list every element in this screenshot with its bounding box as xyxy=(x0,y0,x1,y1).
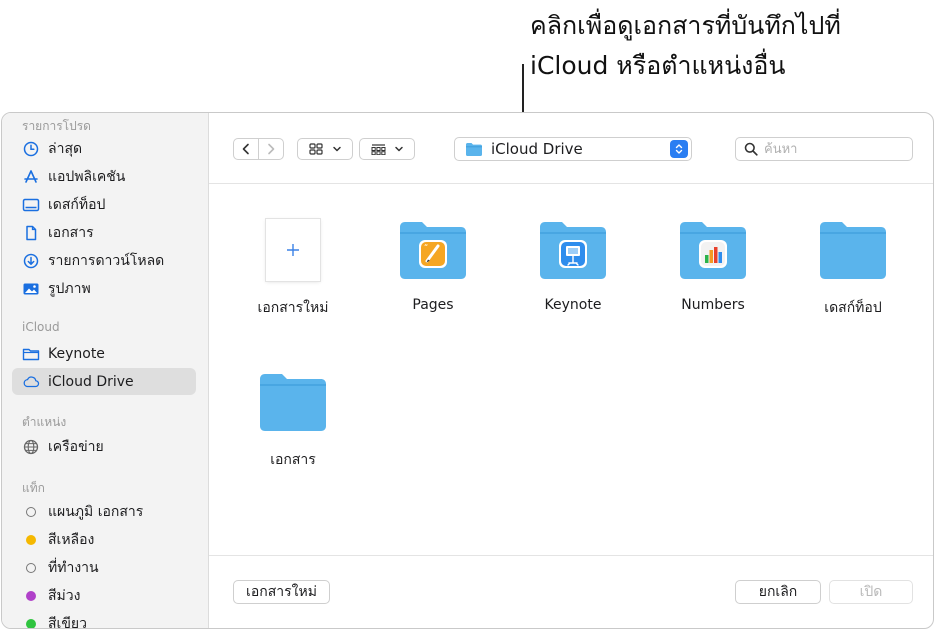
desktop-icon xyxy=(22,196,40,214)
photo-icon xyxy=(22,280,40,298)
folder-icon xyxy=(466,142,482,156)
file-label: เดสก์ท็อป xyxy=(824,300,882,316)
numbers-folder-icon xyxy=(680,222,746,279)
tag-yellow-dot-icon xyxy=(26,534,36,545)
sidebar-item-label: รายการดาวน์โหลด xyxy=(48,252,165,269)
tag-hollow-icon xyxy=(26,562,36,573)
sidebar-item-label: ล่าสุด xyxy=(48,140,83,157)
forward-button[interactable] xyxy=(258,138,284,160)
sidebar-tag-work[interactable]: ที่ทำงาน xyxy=(12,554,196,581)
sidebar-item-label: iCloud Drive xyxy=(48,373,134,390)
file-label: เอกสาร xyxy=(270,452,316,468)
tags-header: แท็ก xyxy=(22,481,45,495)
callout-text: คลิกเพื่อดูเอกสารที่บันทึกไปที่ iCloud ห… xyxy=(530,6,841,86)
cloud-icon xyxy=(22,373,40,391)
icloud-header: iCloud xyxy=(22,320,60,334)
search-input[interactable] xyxy=(764,141,894,157)
sidebar-item-documents[interactable]: เอกสาร xyxy=(12,219,196,246)
group-grid-icon xyxy=(371,144,386,155)
file-browser: iCloud Drive เอกสารใหม่ xyxy=(209,113,933,628)
sidebar-item-label: แอปพลิเคชัน xyxy=(48,168,126,185)
sidebar-item-label: สีม่วง xyxy=(48,587,81,604)
file-item-pages[interactable]: “ Pages xyxy=(368,219,498,313)
icon-grid-icon xyxy=(308,143,323,155)
sidebar-tag-green[interactable]: สีเขียว xyxy=(12,610,196,629)
keynote-folder-icon xyxy=(540,222,606,279)
toolbar: iCloud Drive xyxy=(209,113,933,184)
sidebar-item-label: รูปภาพ xyxy=(48,280,91,297)
sidebar-item-label: เครือข่าย xyxy=(48,438,104,455)
chevron-right-icon xyxy=(268,143,275,155)
download-icon xyxy=(22,252,40,270)
file-item-documents[interactable]: เอกสาร xyxy=(228,371,358,471)
locations-header: ตำแหน่ง xyxy=(22,415,67,429)
favorites-header: รายการโปรด xyxy=(22,119,91,133)
callout-line-2: iCloud หรือตำแหน่งอื่น xyxy=(530,51,786,80)
file-item-desktop[interactable]: เดสก์ท็อป xyxy=(788,219,918,319)
new-document-button[interactable]: เอกสารใหม่ xyxy=(233,580,330,604)
sidebar-tag-purple[interactable]: สีม่วง xyxy=(12,582,196,609)
file-label: Keynote xyxy=(544,297,602,313)
sidebar-item-downloads[interactable]: รายการดาวน์โหลด xyxy=(12,247,196,274)
document-icon xyxy=(22,224,40,242)
view-mode-button[interactable] xyxy=(297,138,353,160)
pages-folder-icon: “ xyxy=(400,222,466,279)
search-icon xyxy=(744,142,758,156)
blank-document-icon xyxy=(266,219,320,281)
clock-icon xyxy=(22,140,40,158)
svg-text:“: “ xyxy=(424,243,428,252)
location-popup[interactable]: iCloud Drive xyxy=(454,137,692,161)
tag-hollow-icon xyxy=(26,506,36,517)
sidebar-item-label: เอกสาร xyxy=(48,224,94,241)
sidebar-item-pictures[interactable]: รูปภาพ xyxy=(12,275,196,302)
search-field[interactable] xyxy=(735,137,913,161)
sidebar-item-label: เดสก์ท็อป xyxy=(48,196,106,213)
sidebar-item-label: Keynote xyxy=(48,345,105,362)
plus-icon xyxy=(287,244,299,256)
chevron-left-icon xyxy=(242,143,249,155)
sidebar-item-network[interactable]: เครือข่าย xyxy=(12,433,196,460)
sidebar-tag-charts-documents[interactable]: แผนภูมิ เอกสาร xyxy=(12,498,196,525)
back-button[interactable] xyxy=(233,138,259,160)
sidebar-item-recents[interactable]: ล่าสุด xyxy=(12,135,196,162)
sidebar-item-desktop[interactable]: เดสก์ท็อป xyxy=(12,191,196,218)
folder-icon xyxy=(22,345,40,363)
globe-icon xyxy=(22,438,40,456)
location-label: iCloud Drive xyxy=(491,140,583,158)
open-button[interactable]: เปิด xyxy=(829,580,913,604)
chevron-down-icon xyxy=(332,146,341,152)
callout-line-1: คลิกเพื่อดูเอกสารที่บันทึกไปที่ xyxy=(530,11,841,40)
folder-icon xyxy=(820,222,886,279)
sidebar-item-label: ที่ทำงาน xyxy=(48,559,99,576)
sidebar-item-keynote[interactable]: Keynote xyxy=(12,340,196,367)
location-stepper[interactable] xyxy=(670,140,688,158)
file-item-keynote[interactable]: Keynote xyxy=(508,219,638,313)
sidebar: รายการโปรด ล่าสุด แอปพลิเคชัน เดสก์ท็อป … xyxy=(2,113,209,628)
chevron-down-icon xyxy=(394,146,403,152)
up-down-chevron-icon xyxy=(675,144,683,154)
open-dialog: รายการโปรด ล่าสุด แอปพลิเคชัน เดสก์ท็อป … xyxy=(1,112,934,629)
sidebar-tag-yellow[interactable]: สีเหลือง xyxy=(12,526,196,553)
group-by-button[interactable] xyxy=(359,138,415,160)
folder-icon xyxy=(260,374,326,431)
tag-purple-dot-icon xyxy=(26,590,36,601)
sidebar-item-applications[interactable]: แอปพลิเคชัน xyxy=(12,163,196,190)
file-label: Numbers xyxy=(681,297,745,313)
sidebar-item-label: แผนภูมิ เอกสาร xyxy=(48,503,144,520)
sidebar-item-icloud-drive[interactable]: iCloud Drive xyxy=(12,368,196,395)
dialog-footer: เอกสารใหม่ ยกเลิก เปิด xyxy=(209,555,933,628)
tag-green-dot-icon xyxy=(26,618,36,628)
applications-icon xyxy=(22,168,40,186)
file-item-new-document[interactable]: เอกสารใหม่ xyxy=(228,219,358,319)
sidebar-item-label: สีเขียว xyxy=(48,615,87,629)
file-label: เอกสารใหม่ xyxy=(257,300,329,316)
cancel-button[interactable]: ยกเลิก xyxy=(735,580,821,604)
file-item-numbers[interactable]: Numbers xyxy=(648,219,778,313)
sidebar-item-label: สีเหลือง xyxy=(48,531,95,548)
file-label: Pages xyxy=(412,297,454,313)
